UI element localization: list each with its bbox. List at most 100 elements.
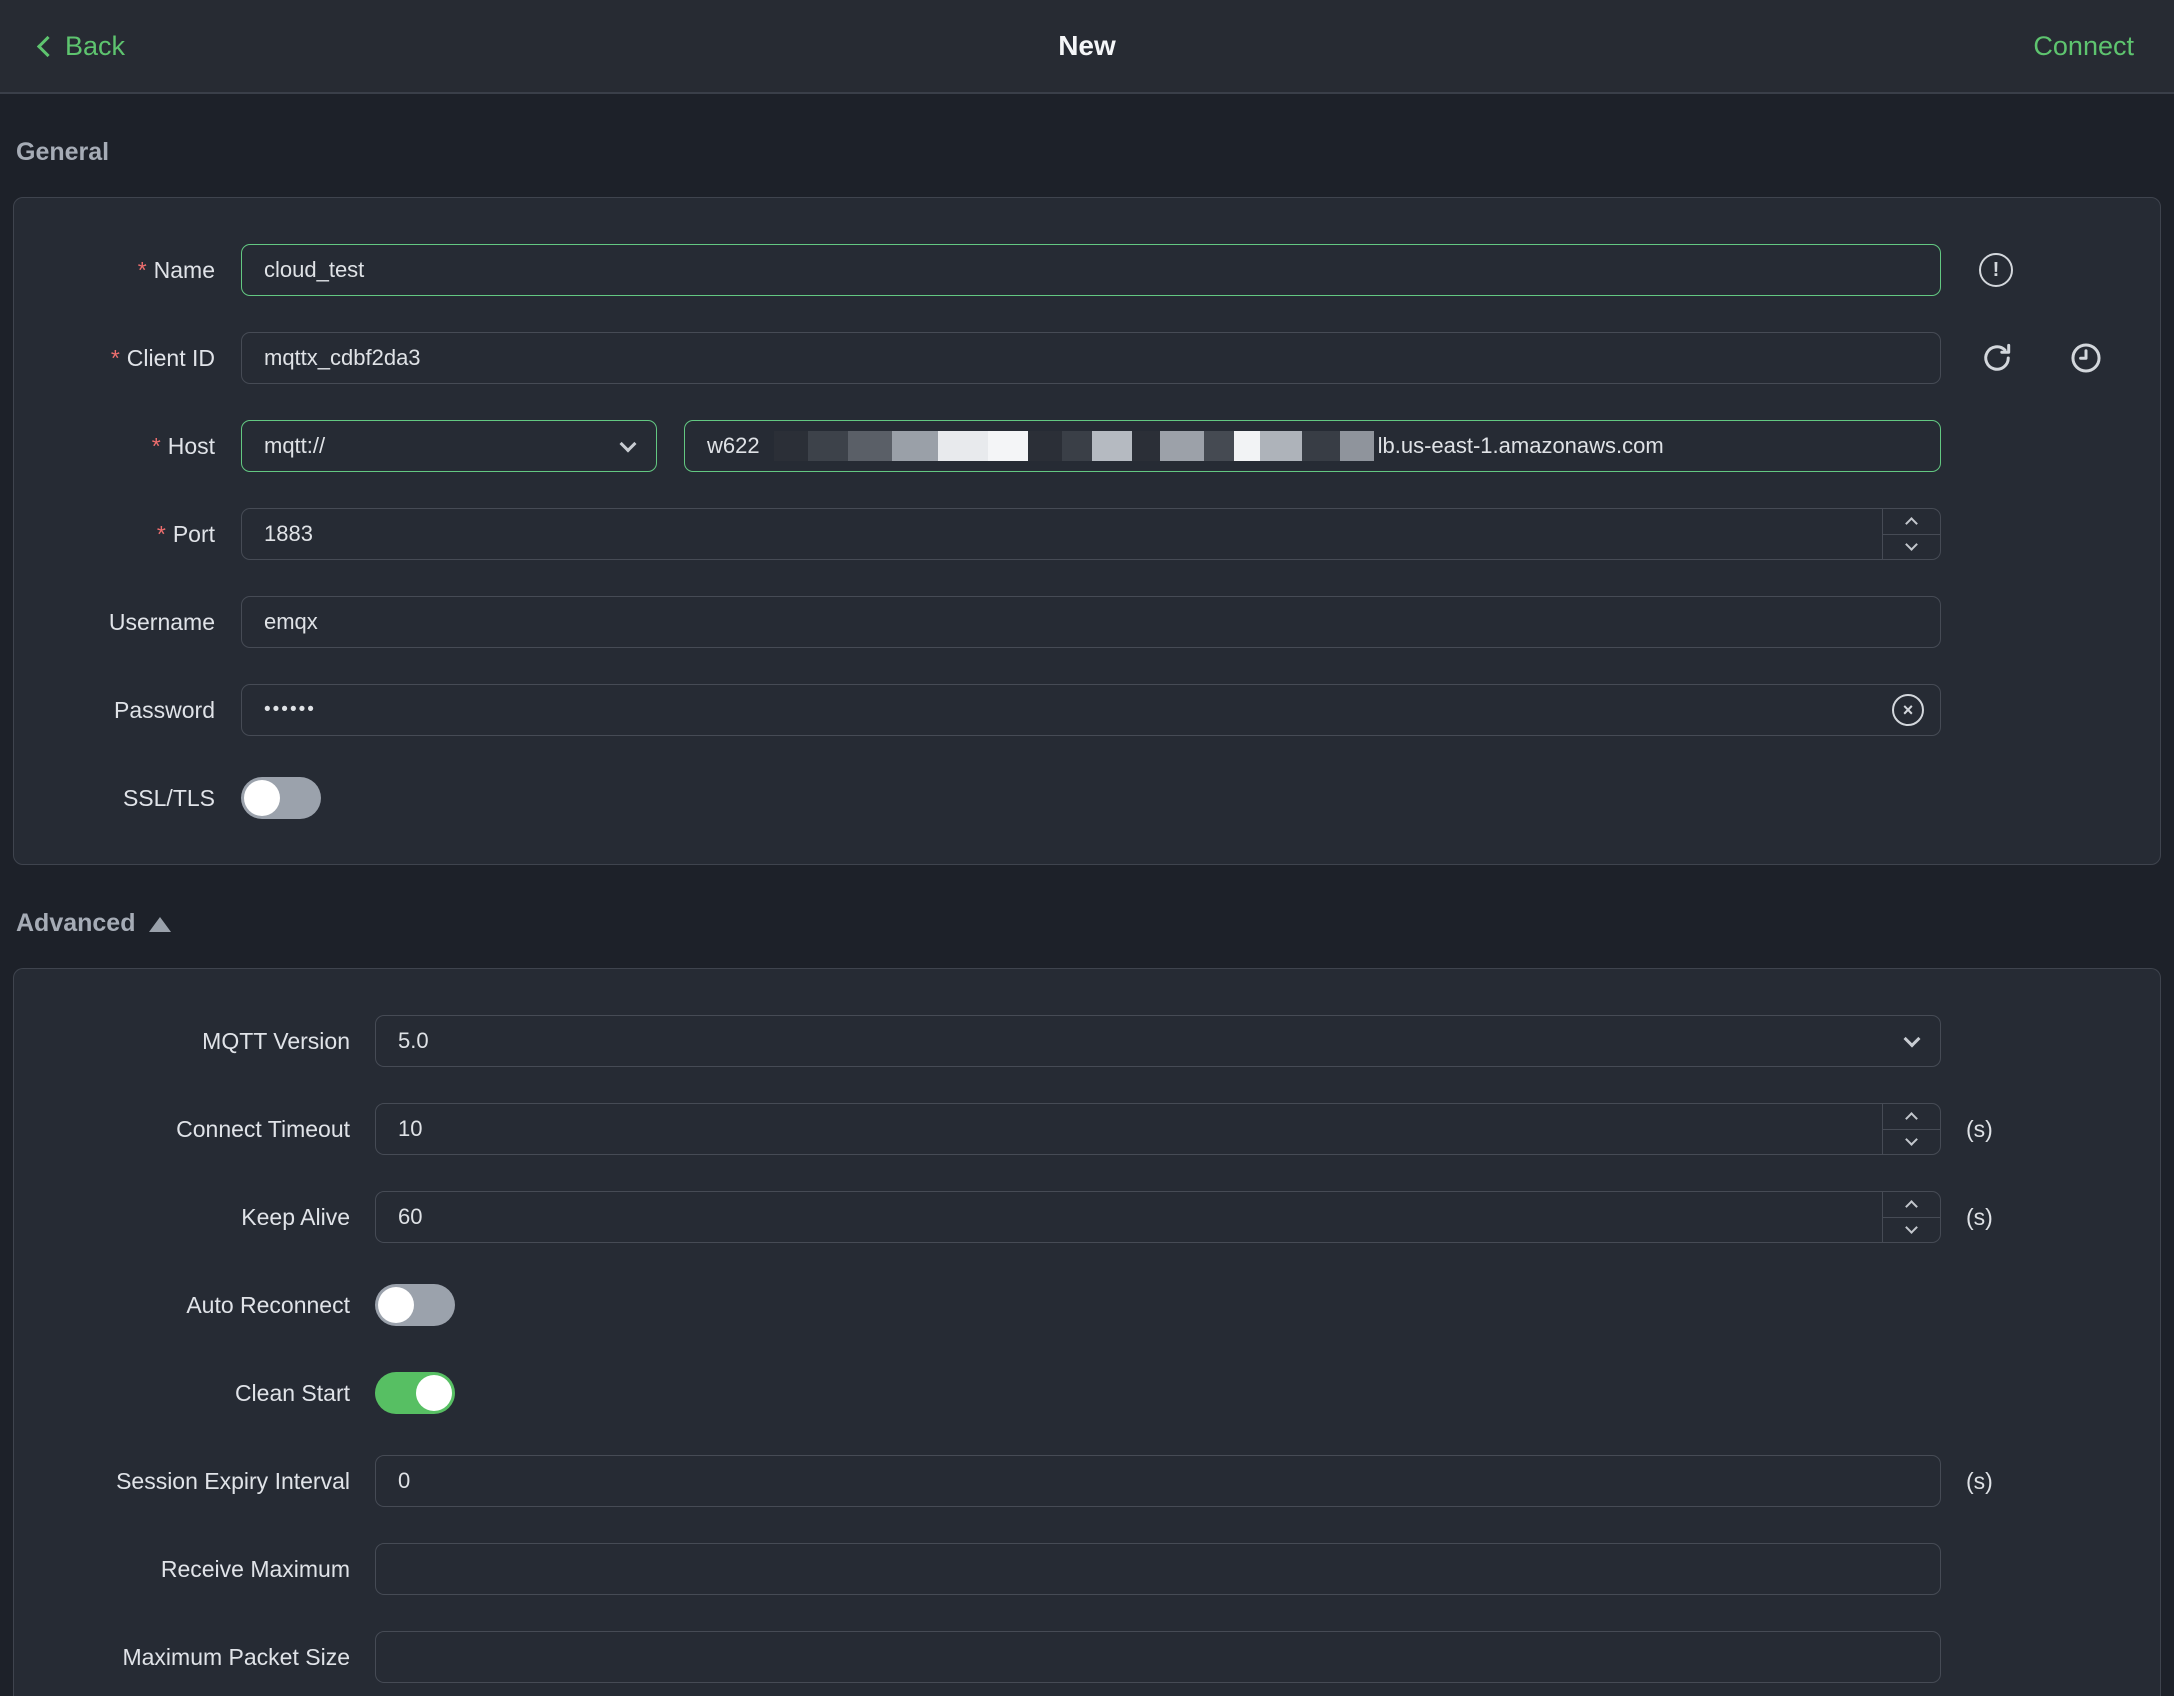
required-mark: *	[137, 256, 147, 283]
keep-alive-label: Keep Alive	[241, 1203, 350, 1230]
auto-reconnect-label: Auto Reconnect	[186, 1291, 350, 1318]
password-masked-value: ••••••	[264, 699, 316, 720]
triangle-up-icon	[149, 917, 172, 932]
password-row: Password •••••• ×	[14, 684, 2160, 736]
username-label: Username	[108, 608, 215, 635]
client-id-label: * Client ID	[110, 344, 215, 371]
ssl-toggle[interactable]	[241, 777, 321, 819]
ssl-row: SSL/TLS	[14, 772, 2160, 824]
host-label: * Host	[151, 432, 215, 459]
session-expiry-label: Session Expiry Interval	[116, 1467, 350, 1494]
client-id-input[interactable]	[241, 332, 1941, 384]
back-button-label: Back	[65, 30, 126, 61]
connect-timeout-row: Connect Timeout 10 (s)	[14, 1103, 2160, 1155]
host-protocol-value: mqtt://	[264, 433, 326, 458]
clean-start-toggle[interactable]	[375, 1372, 455, 1414]
host-address-suffix: lb.us-east-1.amazonaws.com	[1377, 433, 1664, 458]
advanced-heading-label: Advanced	[16, 909, 136, 937]
maximum-packet-size-label: Maximum Packet Size	[122, 1643, 350, 1670]
port-label: * Port	[156, 520, 215, 547]
clean-start-label: Clean Start	[234, 1379, 350, 1406]
mqtt-version-label: MQTT Version	[202, 1027, 350, 1054]
alert-circle-icon[interactable]: !	[1979, 253, 2013, 287]
host-address-input[interactable]: w622 lb.us-east-1.amazonaws.com	[684, 420, 1941, 472]
port-value: 1883	[264, 521, 313, 546]
name-input[interactable]	[241, 244, 1941, 296]
session-expiry-row: Session Expiry Interval (s)	[14, 1455, 2160, 1507]
port-input[interactable]: 1883	[241, 508, 1941, 560]
clock-icon[interactable]	[2068, 340, 2104, 376]
password-input[interactable]: •••••• ×	[241, 684, 1941, 736]
chevron-down-icon	[619, 435, 637, 452]
stepper-up-button[interactable]	[1883, 1192, 1940, 1217]
seconds-suffix: (s)	[1966, 1467, 1993, 1494]
chevron-down-icon	[1905, 537, 1918, 551]
mqtt-version-row: MQTT Version 5.0	[14, 1015, 2160, 1067]
general-section-heading: General	[16, 138, 2161, 167]
clean-start-row: Clean Start	[14, 1367, 2160, 1419]
ssl-label: SSL/TLS	[122, 784, 215, 811]
name-row: *Name !	[14, 244, 2160, 296]
redacted-host-segment	[773, 431, 1374, 461]
receive-maximum-row: Receive Maximum	[14, 1543, 2160, 1595]
receive-maximum-input[interactable]	[375, 1543, 1941, 1595]
receive-maximum-label: Receive Maximum	[160, 1555, 350, 1582]
connect-timeout-stepper	[1882, 1104, 1940, 1154]
mqtt-version-value: 5.0	[398, 1028, 429, 1053]
chevron-up-icon	[1905, 1112, 1918, 1126]
stepper-up-button[interactable]	[1883, 509, 1940, 534]
general-card: *Name ! *Client ID *Host	[13, 197, 2161, 865]
session-expiry-input[interactable]	[375, 1455, 1941, 1507]
name-label: * Name	[137, 256, 215, 283]
username-row: Username	[14, 596, 2160, 648]
host-address-prefix: w622	[707, 433, 760, 458]
chevron-down-icon	[1903, 1030, 1921, 1047]
stepper-down-button[interactable]	[1883, 1128, 1940, 1155]
keep-alive-row: Keep Alive 60 (s)	[14, 1191, 2160, 1243]
refresh-icon[interactable]	[1979, 340, 2015, 376]
keep-alive-value: 60	[398, 1204, 423, 1229]
toggle-knob	[244, 780, 280, 816]
required-mark: *	[110, 344, 120, 371]
required-mark: *	[156, 520, 166, 547]
seconds-suffix: (s)	[1966, 1203, 1993, 1230]
connect-button[interactable]: Connect	[2033, 31, 2134, 62]
connect-timeout-value: 10	[398, 1116, 423, 1141]
page-title: New	[1058, 30, 1116, 61]
port-row: * Port 1883	[14, 508, 2160, 560]
keep-alive-input[interactable]: 60	[375, 1191, 1941, 1243]
required-mark: *	[151, 432, 161, 459]
toggle-knob	[416, 1375, 452, 1411]
toggle-knob	[378, 1287, 414, 1323]
port-stepper	[1882, 509, 1940, 559]
client-id-row: * Client ID	[14, 332, 2160, 384]
general-heading-label: General	[16, 138, 110, 166]
form-content: General *Name ! *Client ID	[0, 138, 2174, 1696]
back-button[interactable]: Back	[36, 30, 126, 62]
connect-timeout-label: Connect Timeout	[176, 1115, 350, 1142]
maximum-packet-size-input[interactable]	[375, 1631, 1941, 1683]
chevron-down-icon	[1905, 1220, 1918, 1234]
connect-timeout-input[interactable]: 10	[375, 1103, 1941, 1155]
password-label: Password	[114, 696, 215, 723]
chevron-up-icon	[1905, 517, 1918, 531]
stepper-down-button[interactable]	[1883, 533, 1940, 560]
seconds-suffix: (s)	[1966, 1115, 1993, 1142]
stepper-up-button[interactable]	[1883, 1104, 1940, 1129]
host-row: * Host mqtt:// w622 lb.us-east-1.amazonaw…	[14, 420, 2160, 472]
mqtt-version-select[interactable]: 5.0	[375, 1015, 1941, 1067]
auto-reconnect-toggle[interactable]	[375, 1284, 455, 1326]
username-input[interactable]	[241, 596, 1941, 648]
stepper-down-button[interactable]	[1883, 1216, 1940, 1243]
close-circle-icon[interactable]: ×	[1892, 694, 1924, 726]
maximum-packet-size-row: Maximum Packet Size	[14, 1631, 2160, 1683]
top-bar: Back New Connect	[0, 0, 2174, 94]
chevron-up-icon	[1905, 1200, 1918, 1214]
chevron-down-icon	[1905, 1132, 1918, 1146]
host-protocol-select[interactable]: mqtt://	[241, 420, 657, 472]
advanced-section-heading[interactable]: Advanced	[16, 909, 2161, 938]
keep-alive-stepper	[1882, 1192, 1940, 1242]
auto-reconnect-row: Auto Reconnect	[14, 1279, 2160, 1331]
chevron-left-icon	[36, 35, 59, 58]
advanced-card: MQTT Version 5.0 Connect Timeout 10 (s) …	[13, 968, 2161, 1696]
